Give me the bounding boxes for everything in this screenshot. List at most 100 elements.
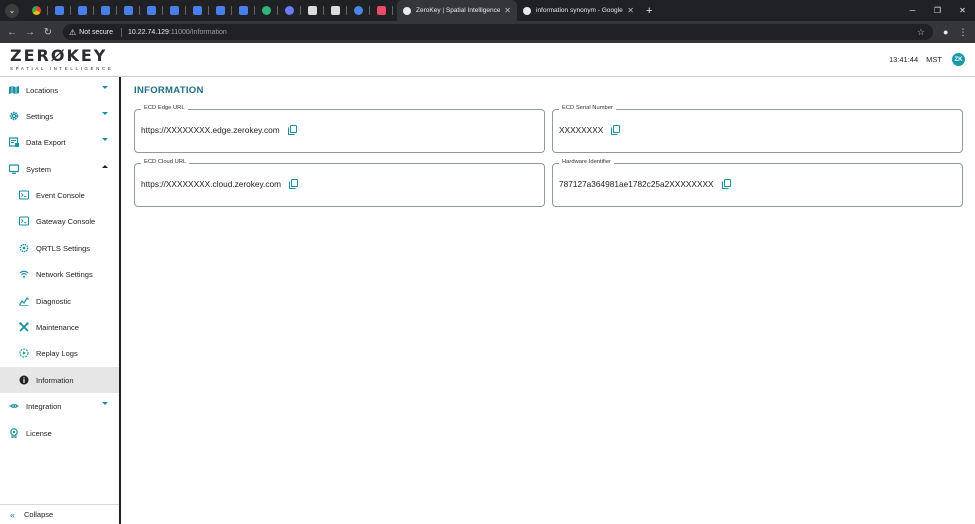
qrtls-icon bbox=[19, 243, 29, 253]
pinned-tab-5[interactable] bbox=[140, 0, 163, 21]
edge-url-field: ECD Edge URL https://XXXXXXXX.edge.zerok… bbox=[134, 105, 545, 153]
main-content: INFORMATION ECD Edge URL https://XXXXXXX… bbox=[121, 77, 975, 524]
console-icon bbox=[19, 190, 29, 200]
sidebar-item-network-settings[interactable]: Network Settings bbox=[0, 261, 119, 287]
security-label[interactable]: Not secure bbox=[79, 29, 113, 36]
pinned-tab-6[interactable] bbox=[163, 0, 186, 21]
copy-icon[interactable] bbox=[287, 125, 297, 135]
tab-search-chevron-icon[interactable]: ⌄ bbox=[5, 3, 19, 18]
pinned-tab-10[interactable] bbox=[255, 0, 278, 21]
tab-google-search[interactable]: information synonym - Google Se ✕ bbox=[517, 0, 640, 21]
serial-number-value[interactable]: XXXXXXXX bbox=[559, 125, 603, 135]
browser-address-bar: ← → ↻ ⚠ Not secure 10.22.74.129 :11000/I… bbox=[0, 21, 975, 43]
jira-icon bbox=[55, 6, 64, 15]
sidebar-item-system[interactable]: System bbox=[0, 156, 119, 182]
jira-icon bbox=[193, 6, 202, 15]
sidebar-item-information[interactable]: Information bbox=[0, 367, 119, 393]
integration-icon bbox=[9, 401, 19, 411]
bookmark-star-icon[interactable]: ☆ bbox=[917, 27, 925, 38]
cloud-url-value[interactable]: https://XXXXXXXX.cloud.zerokey.com bbox=[141, 179, 281, 189]
page-title: INFORMATION bbox=[134, 85, 204, 96]
avatar[interactable]: ZK bbox=[952, 53, 965, 66]
export-icon bbox=[9, 137, 19, 147]
double-chevron-left-icon: « bbox=[10, 509, 16, 520]
logo-tagline: SPATIAL INTELLIGENCE bbox=[10, 66, 114, 71]
sidebar-item-label: Gateway Console bbox=[36, 216, 96, 226]
sidebar-item-integration[interactable]: Integration bbox=[0, 393, 119, 419]
url-input[interactable]: ⚠ Not secure 10.22.74.129 :11000/Informa… bbox=[63, 24, 933, 40]
sidebar-item-label: Integration bbox=[26, 401, 62, 411]
more-menu-icon[interactable]: ⋮ bbox=[958, 27, 967, 38]
map-icon bbox=[9, 85, 19, 95]
browser-tab-strip: ⌄ ZeroKey | Spatial Intelligence Pl ✕ in… bbox=[0, 0, 975, 21]
sidebar-item-data-export[interactable]: Data Export bbox=[0, 129, 119, 155]
warning-icon[interactable]: ⚠ bbox=[69, 28, 76, 37]
tab-title: ZeroKey | Spatial Intelligence Pl bbox=[416, 7, 501, 14]
sidebar-item-label: Locations bbox=[26, 85, 59, 95]
console-icon bbox=[19, 216, 29, 226]
sidebar-item-locations[interactable]: Locations bbox=[0, 77, 119, 103]
pinned-tab-14[interactable] bbox=[347, 0, 370, 21]
hardware-identifier-value[interactable]: 787127a364981ae1782c25a2XXXXXXXX bbox=[559, 179, 714, 189]
pinned-tab-9[interactable] bbox=[232, 0, 255, 21]
sidebar-item-license[interactable]: License bbox=[0, 420, 119, 446]
pinned-tab-15[interactable] bbox=[370, 0, 393, 21]
close-icon[interactable]: ✕ bbox=[504, 6, 511, 15]
pinned-tab-8[interactable] bbox=[209, 0, 232, 21]
sidebar-item-event-console[interactable]: Event Console bbox=[0, 182, 119, 208]
serial-number-label: ECD Serial Number bbox=[559, 105, 616, 111]
pinned-tab-11[interactable] bbox=[278, 0, 301, 21]
chrome-icon bbox=[32, 6, 41, 15]
sidebar-item-label: System bbox=[26, 164, 52, 174]
close-window-icon[interactable]: ✕ bbox=[950, 6, 975, 15]
forward-icon[interactable]: → bbox=[21, 27, 39, 38]
sidebar-item-qrtls-settings[interactable]: QRTLS Settings bbox=[0, 235, 119, 261]
edge-url-value[interactable]: https://XXXXXXXX.edge.zerokey.com bbox=[141, 125, 280, 135]
chevron-down-icon bbox=[102, 402, 108, 405]
sidebar: Locations Settings Data Export System Ev… bbox=[0, 77, 121, 524]
cloud-url-field: ECD Cloud URL https://XXXXXXXX.cloud.zer… bbox=[134, 159, 545, 207]
jira-icon bbox=[78, 6, 87, 15]
pinned-tab-chrome[interactable] bbox=[25, 0, 48, 21]
sidebar-item-label: Information bbox=[36, 375, 74, 385]
sidebar-item-label: Replay Logs bbox=[36, 348, 78, 358]
header-status: 13:41:44 MST ZK bbox=[889, 53, 965, 66]
restore-icon[interactable]: ❐ bbox=[925, 6, 950, 15]
sidebar-item-label: License bbox=[26, 428, 52, 438]
copy-icon[interactable] bbox=[611, 125, 621, 135]
cloud-url-label: ECD Cloud URL bbox=[141, 159, 190, 165]
copy-icon[interactable] bbox=[289, 179, 299, 189]
app-icon bbox=[331, 6, 340, 15]
sidebar-item-label: Event Console bbox=[36, 190, 85, 200]
tab-zerokey[interactable]: ZeroKey | Spatial Intelligence Pl ✕ bbox=[397, 0, 517, 21]
clock-timezone: MST bbox=[926, 55, 942, 64]
chevron-up-icon bbox=[102, 165, 108, 168]
back-icon[interactable]: ← bbox=[3, 27, 21, 38]
app-icon bbox=[308, 6, 317, 15]
collapse-button[interactable]: « Collapse bbox=[0, 504, 119, 524]
new-tab-icon[interactable]: + bbox=[646, 5, 652, 17]
close-icon[interactable]: ✕ bbox=[627, 6, 634, 15]
chevron-down-icon bbox=[102, 112, 108, 115]
zerokey-logo[interactable]: ZERØKEY SPATIAL INTELLIGENCE bbox=[10, 48, 114, 72]
minimize-icon[interactable]: ─ bbox=[900, 6, 925, 15]
chevron-down-icon bbox=[102, 138, 108, 141]
sidebar-item-maintenance[interactable]: Maintenance bbox=[0, 314, 119, 340]
pinned-tab-7[interactable] bbox=[186, 0, 209, 21]
pinned-tab-12[interactable] bbox=[301, 0, 324, 21]
sidebar-item-settings[interactable]: Settings bbox=[0, 103, 119, 129]
sidebar-item-replay-logs[interactable]: Replay Logs bbox=[0, 340, 119, 366]
profile-icon[interactable]: ● bbox=[943, 27, 948, 37]
sidebar-item-gateway-console[interactable]: Gateway Console bbox=[0, 208, 119, 234]
replay-icon bbox=[19, 348, 29, 358]
copy-icon[interactable] bbox=[721, 179, 731, 189]
pinned-tab-2[interactable] bbox=[71, 0, 94, 21]
jira-icon bbox=[216, 6, 225, 15]
pinned-tab-3[interactable] bbox=[94, 0, 117, 21]
sidebar-item-diagnostic[interactable]: Diagnostic bbox=[0, 288, 119, 314]
reload-icon[interactable]: ↻ bbox=[39, 27, 57, 38]
app-header: ZERØKEY SPATIAL INTELLIGENCE 13:41:44 MS… bbox=[0, 43, 975, 77]
pinned-tab-1[interactable] bbox=[48, 0, 71, 21]
pinned-tab-13[interactable] bbox=[324, 0, 347, 21]
pinned-tab-4[interactable] bbox=[117, 0, 140, 21]
